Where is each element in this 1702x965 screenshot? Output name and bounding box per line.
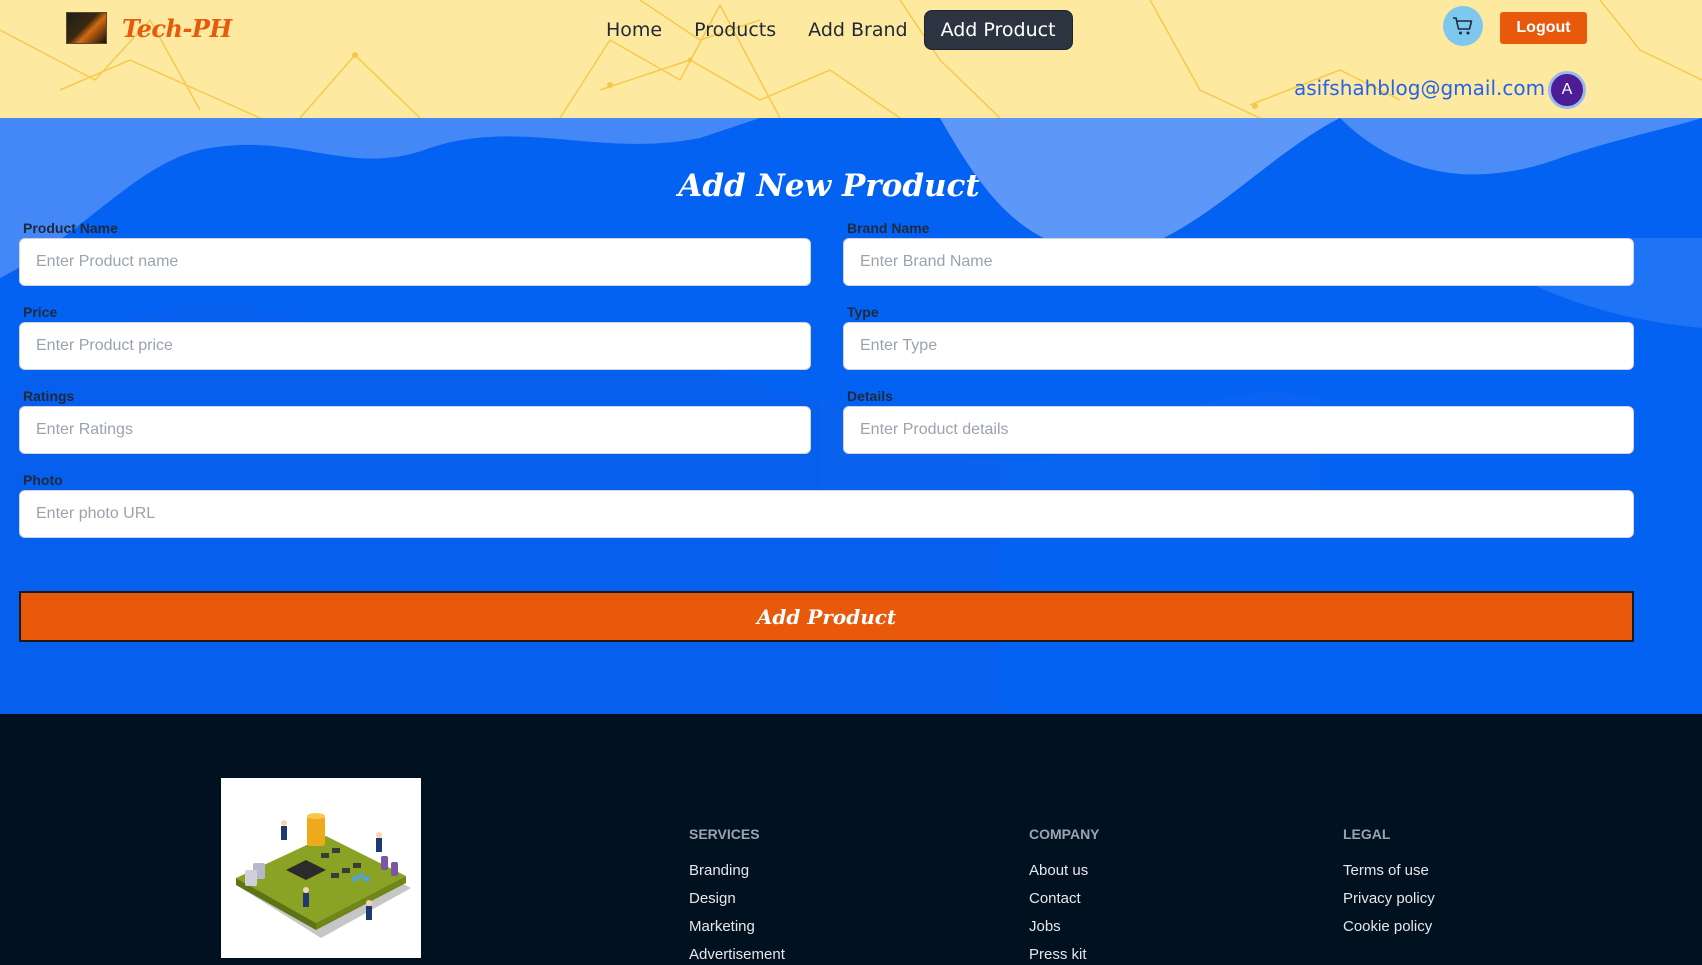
footer-col-legal: LEGAL Terms of use Privacy policy Cookie… (1343, 826, 1435, 941)
footer-link-advertisement[interactable]: Advertisement (689, 941, 785, 965)
form-title: Add New Product (678, 168, 980, 204)
cart-button[interactable] (1443, 6, 1483, 46)
footer-link-about-us[interactable]: About us (1029, 857, 1100, 885)
product-name-input[interactable] (19, 238, 811, 286)
details-label: Details (847, 388, 893, 404)
footer-link-privacy-policy[interactable]: Privacy policy (1343, 885, 1435, 913)
footer-link-marketing[interactable]: Marketing (689, 913, 785, 941)
circuit-board-illustration (236, 813, 411, 938)
field-details: Details (843, 386, 1634, 454)
brand-name-label: Brand Name (847, 220, 930, 236)
field-product-name: Product Name (19, 218, 811, 286)
price-label: Price (23, 304, 58, 320)
nav-add-product[interactable]: Add Product (923, 10, 1073, 50)
ratings-label: Ratings (23, 388, 75, 404)
footer-link-design[interactable]: Design (689, 885, 785, 913)
footer-link-cookie-policy[interactable]: Cookie policy (1343, 913, 1435, 941)
field-price: Price (19, 302, 811, 370)
footer-logo (221, 778, 421, 958)
footer-col-services: SERVICES Branding Design Marketing Adver… (689, 826, 785, 965)
logout-button[interactable]: Logout (1500, 12, 1587, 44)
type-label: Type (847, 304, 879, 320)
ratings-input[interactable] (19, 406, 811, 454)
user-email: asifshahblog@gmail.com (1294, 76, 1546, 100)
field-type: Type (843, 302, 1634, 370)
main-menu: Home Products Add Brand Add Product (590, 10, 1073, 50)
footer-link-branding[interactable]: Branding (689, 857, 785, 885)
nav-home[interactable]: Home (590, 11, 678, 49)
brand-name: Tech-PH (122, 13, 232, 43)
type-input[interactable] (843, 322, 1634, 370)
cart-icon (1453, 17, 1473, 35)
add-product-submit-button[interactable]: Add Product (19, 591, 1634, 642)
brand[interactable]: Tech-PH (66, 12, 232, 44)
company-heading: COMPANY (1029, 826, 1100, 842)
product-name-label: Product Name (23, 220, 118, 236)
photo-label: Photo (23, 472, 63, 488)
avatar[interactable]: A (1548, 71, 1586, 109)
navbar: Tech-PH Home Products Add Brand Add Prod… (0, 0, 1702, 118)
brand-logo-icon (66, 12, 107, 44)
brand-name-input[interactable] (843, 238, 1634, 286)
field-photo: Photo (19, 470, 1634, 538)
footer-link-contact[interactable]: Contact (1029, 885, 1100, 913)
price-input[interactable] (19, 322, 811, 370)
footer-link-jobs[interactable]: Jobs (1029, 913, 1100, 941)
footer-link-terms-of-use[interactable]: Terms of use (1343, 857, 1435, 885)
footer-col-company: COMPANY About us Contact Jobs Press kit (1029, 826, 1100, 965)
nav-add-brand[interactable]: Add Brand (792, 11, 923, 49)
details-input[interactable] (843, 406, 1634, 454)
footer: SERVICES Branding Design Marketing Adver… (0, 714, 1702, 965)
field-brand-name: Brand Name (843, 218, 1634, 286)
add-product-section: Add New Product Product Name Brand Name … (0, 118, 1702, 714)
photo-url-input[interactable] (19, 490, 1634, 538)
field-ratings: Ratings (19, 386, 811, 454)
legal-heading: LEGAL (1343, 826, 1391, 842)
nav-products[interactable]: Products (678, 11, 792, 49)
footer-link-press-kit[interactable]: Press kit (1029, 941, 1100, 965)
services-heading: SERVICES (689, 826, 760, 842)
